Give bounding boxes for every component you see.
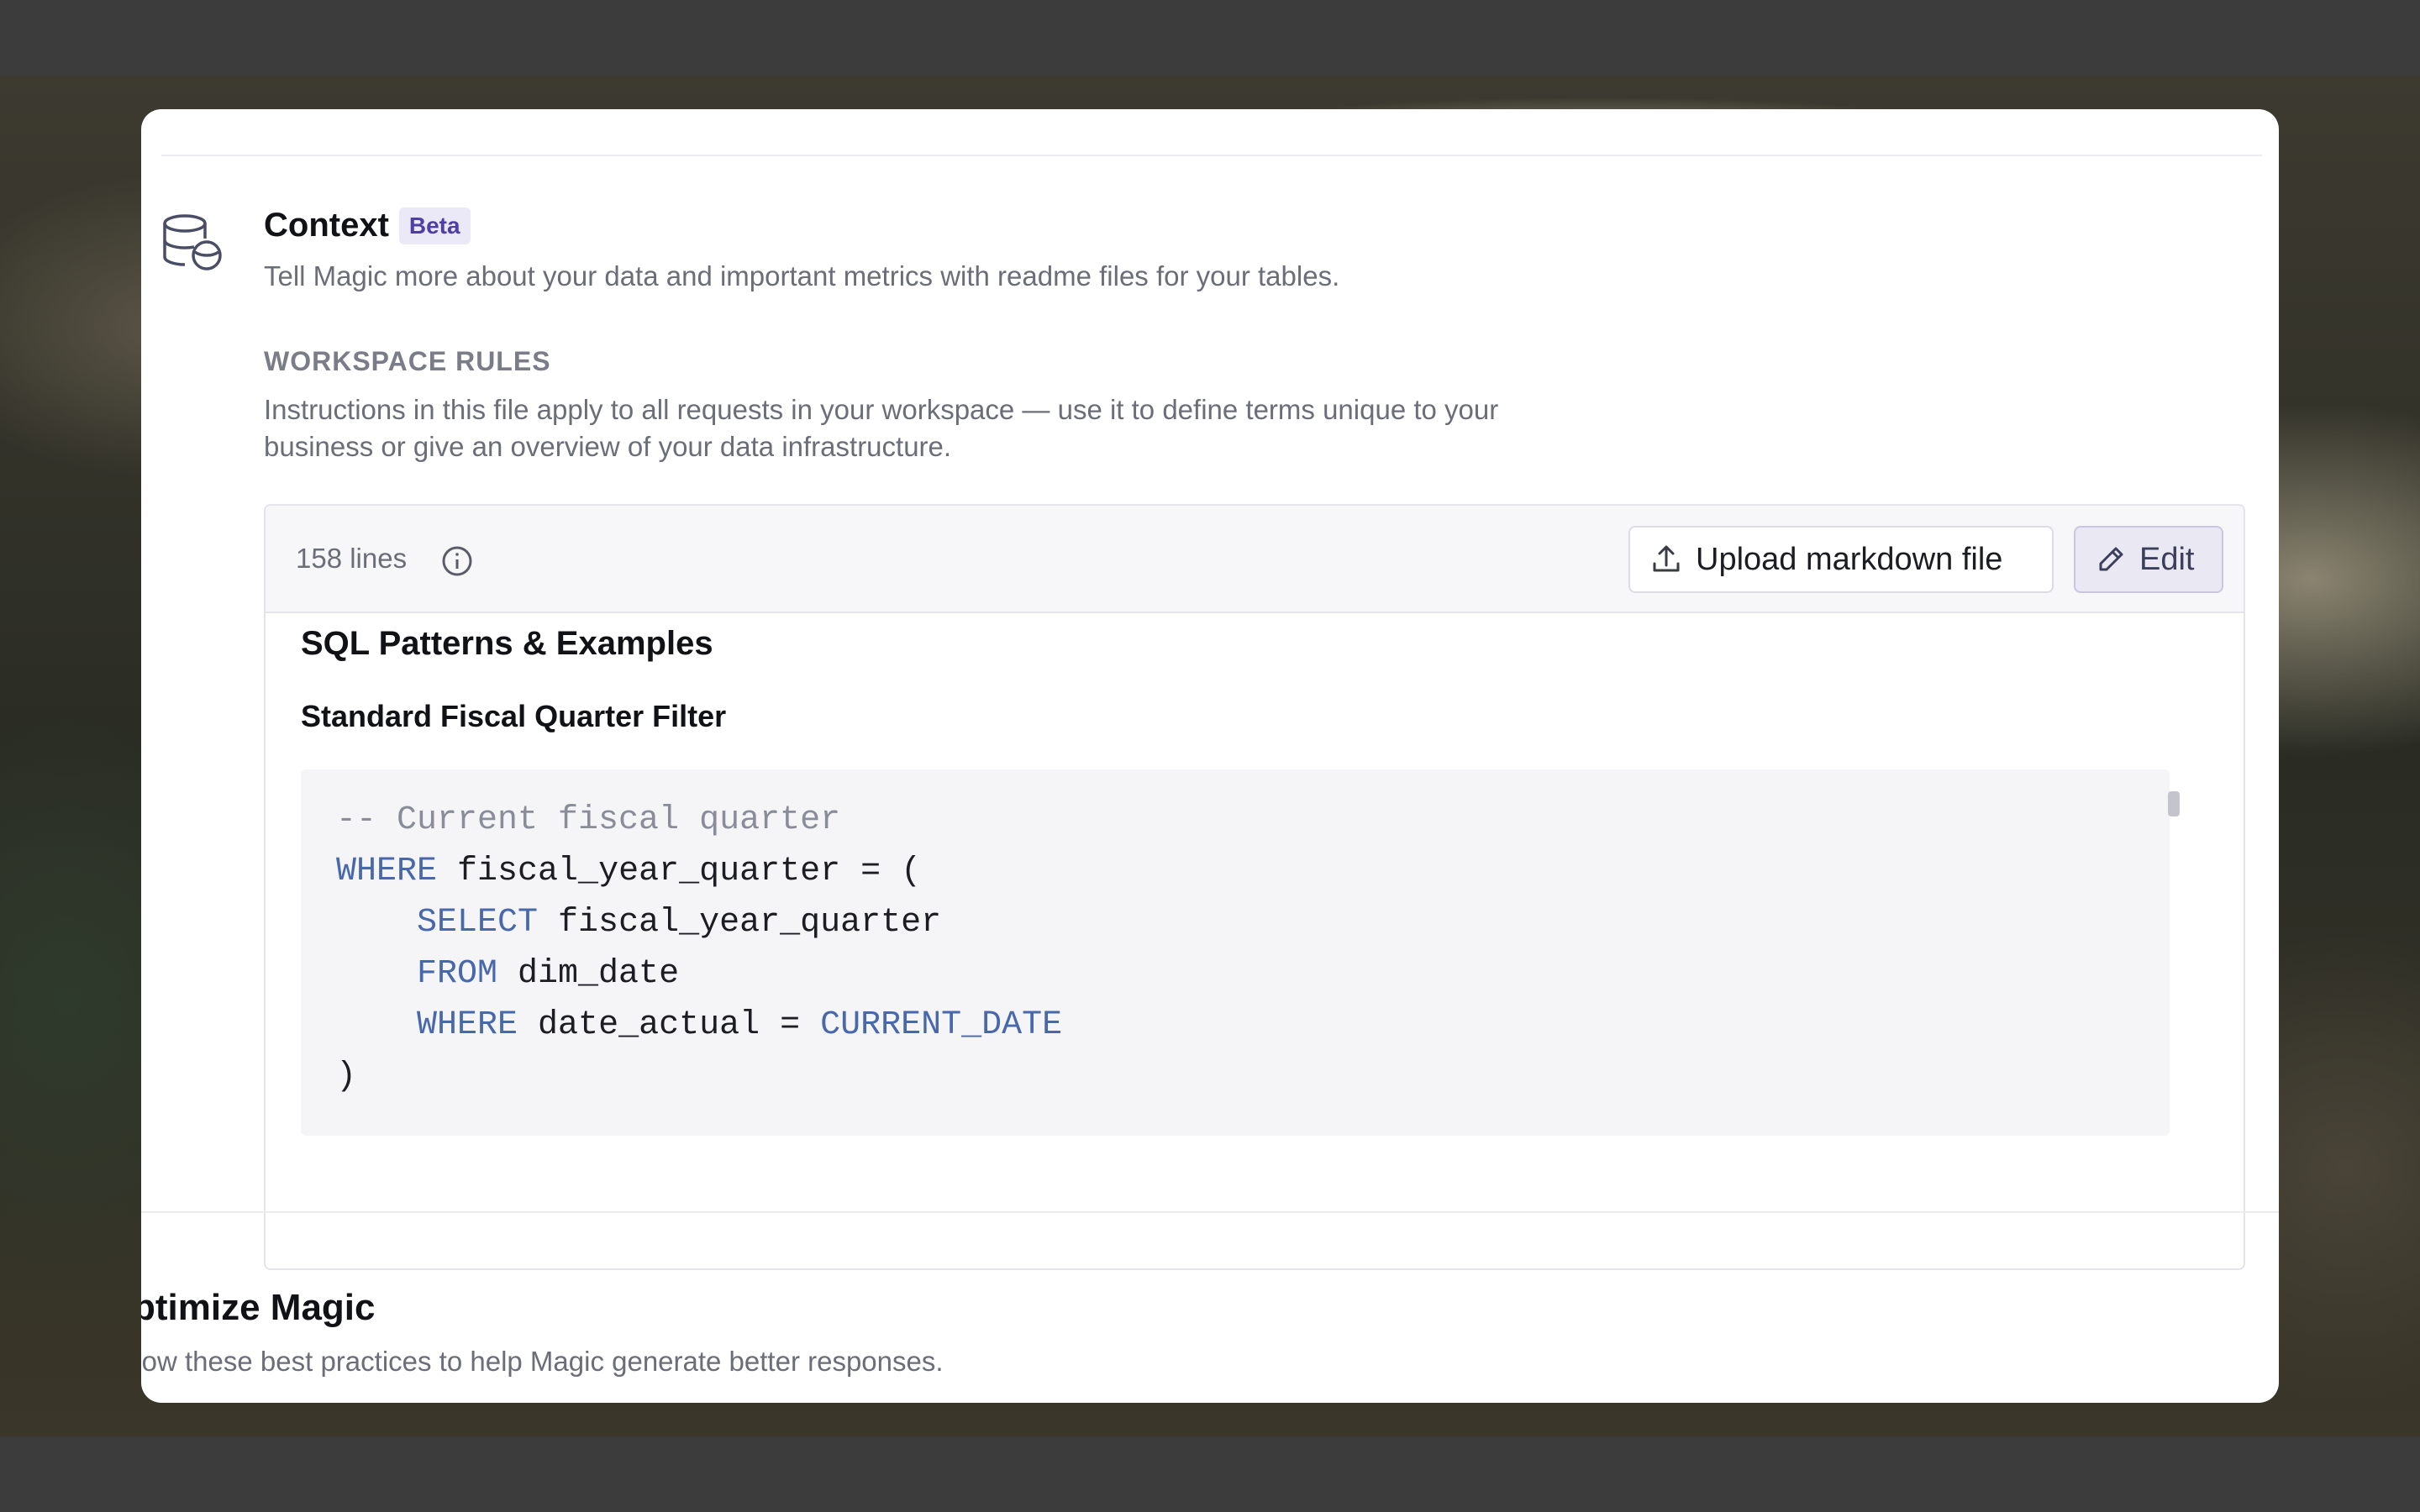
context-title: Context: [264, 207, 389, 244]
code-scrollbar-thumb[interactable]: [2168, 791, 2180, 816]
database-stack-icon: [163, 214, 222, 270]
code-comment: -- Current fiscal quarter: [336, 801, 841, 839]
settings-panel: Context Beta Tell Magic more about your …: [141, 109, 2279, 1403]
editor-toolbar: 158 lines Upload markdown file Edit: [266, 506, 2244, 613]
code-line: ): [336, 1051, 2170, 1102]
edit-button-label: Edit: [2139, 541, 2195, 577]
workspace-rules-description-line: Instructions in this file apply to all r…: [264, 394, 1499, 425]
code-keyword: WHERE: [336, 853, 438, 890]
markdown-heading-3: Standard Fiscal Quarter Filter: [301, 699, 727, 733]
pencil-icon: [2099, 547, 2123, 571]
code-line: -- Current fiscal quarter: [336, 795, 2170, 846]
optimize-magic-title: ptimize Magic: [141, 1287, 376, 1328]
code-keyword: CURRENT_DATE: [820, 1006, 1063, 1044]
info-icon[interactable]: [440, 544, 474, 578]
bottom-bar: [0, 1436, 2420, 1512]
code-line: SELECT fiscal_year_quarter: [336, 897, 2170, 948]
code-text: ): [336, 1058, 357, 1095]
code-text: dim_date: [497, 955, 680, 993]
code-text: date_actual =: [518, 1006, 821, 1044]
workspace-rules-description-line: business or give an overview of your dat…: [264, 431, 952, 462]
workspace-rules-heading: WORKSPACE RULES: [264, 346, 551, 376]
top-bar: [0, 0, 2420, 76]
optimize-magic-description: llow these best practices to help Magic …: [141, 1346, 944, 1377]
upload-button-label: Upload markdown file: [1696, 541, 2003, 577]
code-keyword: FROM: [417, 955, 498, 993]
beta-badge: Beta: [398, 207, 471, 244]
upload-icon: [1653, 545, 1680, 572]
code-text: fiscal_year_quarter: [538, 904, 942, 942]
editor-content[interactable]: SQL Patterns & Examples Standard Fiscal …: [266, 615, 2244, 1268]
edit-button[interactable]: Edit: [2074, 526, 2223, 593]
lines-count: 158 lines: [296, 543, 408, 574]
code-text: fiscal_year_quarter = (: [437, 853, 922, 890]
section-divider: [141, 1211, 2279, 1213]
code-line: FROM dim_date: [336, 948, 2170, 1000]
sql-code-block: -- Current fiscal quarter WHERE fiscal_ye…: [301, 769, 2170, 1136]
code-keyword: WHERE: [417, 1006, 518, 1044]
markdown-editor[interactable]: 158 lines Upload markdown file Edit SQL …: [264, 504, 2245, 1270]
code-keyword: SELECT: [417, 904, 539, 942]
code-line: WHERE fiscal_year_quarter = (: [336, 846, 2170, 897]
top-divider: [161, 155, 2262, 156]
upload-markdown-button[interactable]: Upload markdown file: [1628, 526, 2054, 593]
code-line: WHERE date_actual = CURRENT_DATE: [336, 1000, 2170, 1051]
context-title-row: Context Beta: [264, 207, 471, 244]
markdown-heading-2: SQL Patterns & Examples: [301, 625, 713, 662]
context-description: Tell Magic more about your data and impo…: [264, 260, 1340, 291]
workspace-rules-description: Instructions in this file apply to all r…: [264, 391, 1692, 465]
